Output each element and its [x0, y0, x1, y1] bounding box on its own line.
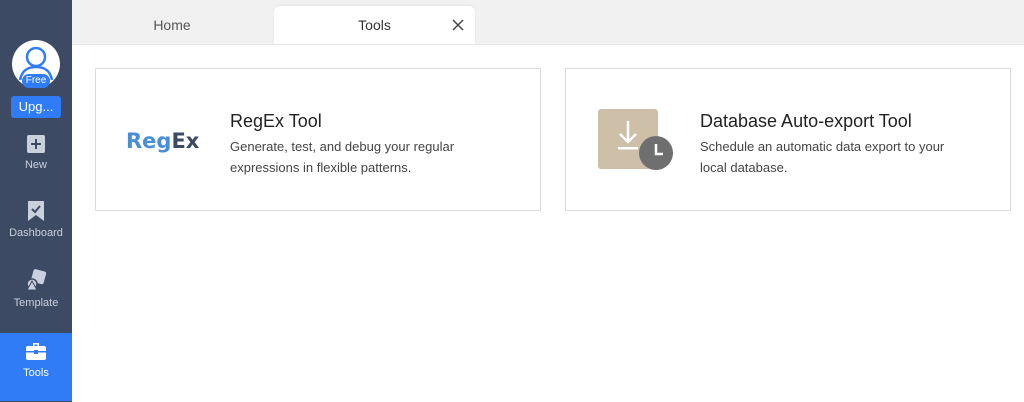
tab-bar: Home Tools	[72, 0, 1024, 45]
template-icon	[26, 269, 47, 291]
card-title: Database Auto-export Tool	[700, 111, 912, 131]
tab-label: Tools	[358, 17, 391, 33]
regex-logo: RegEx	[126, 129, 199, 153]
card-title: RegEx Tool	[230, 111, 322, 131]
tab-tools[interactable]: Tools	[274, 6, 475, 44]
close-icon[interactable]	[451, 18, 465, 32]
sidebar-item-tools[interactable]: Tools	[0, 333, 72, 401]
tab-home[interactable]: Home	[72, 6, 272, 44]
bookmark-check-icon	[28, 201, 44, 221]
sidebar-item-label: New	[24, 159, 47, 171]
sidebar-item-label: Dashboard	[9, 227, 63, 239]
regex-tool-card[interactable]: RegEx RegEx Tool Generate, test, and deb…	[95, 68, 541, 211]
card-description: Schedule an automatic data export to you…	[700, 139, 945, 175]
card-description: Generate, test, and debug your regular e…	[230, 139, 455, 175]
sidebar-item-label: Tools	[23, 367, 49, 379]
regex-logo-part: Reg	[126, 129, 172, 153]
regex-logo-part: Ex	[171, 129, 200, 153]
plan-badge: Free	[22, 74, 50, 88]
sidebar-item-new[interactable]: New	[0, 132, 72, 200]
sidebar-item-label: Template	[13, 297, 59, 309]
sidebar-item-template[interactable]: Template	[0, 268, 72, 336]
toolbox-icon	[26, 343, 46, 360]
tab-label: Home	[153, 17, 191, 33]
upgrade-button[interactable]: Upg...	[11, 96, 61, 118]
sidebar-item-dashboard[interactable]: Dashboard	[0, 199, 72, 267]
database-export-tool-card[interactable]: Database Auto-export Tool Schedule an au…	[565, 68, 1011, 211]
download-clock-icon	[598, 109, 673, 170]
plus-square-icon	[27, 135, 45, 153]
sidebar: Free Upg... New Dashboard Template Tools	[0, 0, 72, 402]
